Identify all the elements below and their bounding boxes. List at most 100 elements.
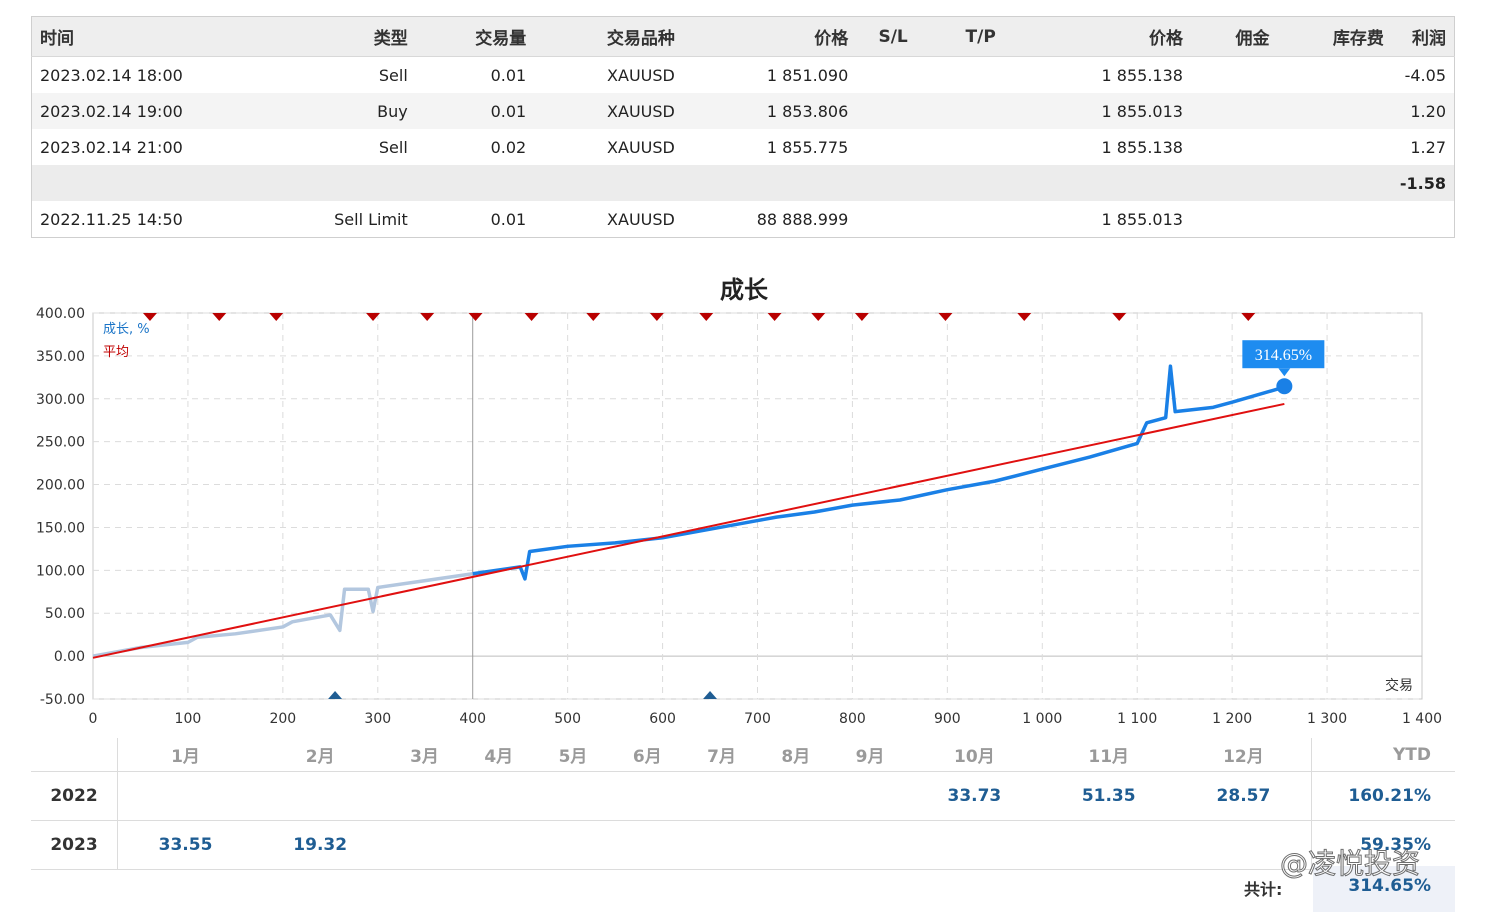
col-commission-header[interactable]: 佣金 [1190,16,1278,57]
trade-time: 2023.02.14 18:00 [40,65,183,85]
trade-commission [1191,57,1278,94]
x-tick-label: 1 300 [1307,711,1347,727]
month-value [684,771,759,821]
trade-volume: 0.02 [490,137,527,157]
trade-type: Sell [378,137,408,157]
year-row: 2023 33.55 19.32 59.35% [31,820,1455,870]
trade-price: 1 851.090 [766,65,849,85]
month-header: 6月 [610,738,685,772]
trade-commission [1190,93,1278,129]
total-label: 共计: [1244,880,1283,899]
trade-row[interactable]: 2023.02.14 19:00 Buy 0.01 XAUUSD 1 853.8… [31,93,1455,129]
month-value [461,820,536,870]
x-tick-label: 500 [554,711,581,727]
trade-time: 2023.02.14 19:00 [31,93,231,129]
trade-symbol: XAUUSD [534,93,683,129]
month-header: 7月 [684,738,759,772]
order-time: 2022.11.25 14:50 [40,209,183,229]
x-tick-label: 200 [269,711,296,727]
month-value: 19.32 [253,820,388,870]
growth-chart[interactable]: 400.00 350.00 300.00 250.00 200.00 150.00 100.… [0,300,1488,735]
month-header: 8月 [758,738,833,772]
col-swap-header[interactable]: 库存费 [1277,16,1392,57]
trade-total-row: -1.58 [31,165,1455,201]
legend-growth: 成长, % [103,322,150,337]
trade-tp [930,57,1031,94]
month-value [758,771,833,821]
trade-volume: 0.01 [415,93,535,129]
trade-header-row: 时间 类型 交易量 交易品种 价格 S/L T/P 价格 佣金 库存费 利润 [31,16,1455,57]
month-value [684,820,759,870]
col-price-header[interactable]: 价格 [682,16,857,57]
trade-price: 1 853.806 [682,93,857,129]
col-tp-header[interactable]: T/P [929,16,1032,57]
col-sl-header[interactable]: S/L [856,16,930,57]
y-tick-label: 250.00 [36,435,85,451]
col-time-header[interactable]: 时间 [31,16,231,57]
trade-swap [1277,93,1392,129]
month-value: 28.57 [1175,771,1312,821]
order-volume: 0.01 [490,209,527,229]
col-profit-header[interactable]: 利润 [1391,16,1455,57]
x-tick-label: 1 000 [1022,711,1062,727]
watermark: @凌悦投资 [1279,847,1421,881]
order-type: Sell Limit [334,209,408,229]
trade-row[interactable]: 2023.02.14 21:00 Sell 0.02 XAUUSD 1 855.… [32,129,1455,165]
col-volume-header[interactable]: 交易量 [415,16,535,57]
trade-sl [856,129,930,165]
trade-symbol: XAUUSD [607,137,675,157]
x-tick-label: 800 [839,711,866,727]
x-tick-label: 1 200 [1212,711,1252,727]
ytd-header: YTD [1311,738,1455,772]
month-header: 4月 [461,738,536,772]
month-value [1041,820,1176,870]
month-value [387,771,462,821]
month-header: 9月 [832,738,908,772]
month-header: 10月 [907,738,1042,772]
x-tick-label: 700 [744,711,771,727]
month-value [253,771,388,821]
month-header: 1月 [117,738,254,772]
x-tick-label: 0 [89,711,98,727]
y-tick-label: 400.00 [36,306,85,322]
col-type-header[interactable]: 类型 [230,16,416,57]
x-tick-label: 900 [934,711,961,727]
trade-time: 2023.02.14 21:00 [40,137,183,157]
monthly-returns-table: 1月 2月 3月 4月 5月 6月 7月 8月 9月 10月 11月 12月 Y… [31,738,1455,870]
x-tick-label: 1 400 [1402,711,1442,727]
month-value [535,771,611,821]
month-value: 33.73 [907,771,1042,821]
order-symbol: XAUUSD [607,209,675,229]
month-header: 12月 [1175,738,1312,772]
x-tick-label: 100 [175,711,202,727]
trade-price2: 1 855.138 [1101,65,1183,85]
y-tick-label: 150.00 [36,520,85,536]
month-header: 2月 [253,738,388,772]
trade-commission [1191,129,1278,165]
trade-sl [856,57,930,94]
y-tick-label: 100.00 [36,563,85,579]
growth-end-point[interactable] [1276,378,1293,395]
order-price: 88 888.999 [756,209,849,229]
month-value [832,771,908,821]
month-value [758,820,833,870]
month-value: 33.55 [117,820,254,870]
trade-table: 时间 类型 交易量 交易品种 价格 S/L T/P 价格 佣金 库存费 利润 2… [31,16,1455,238]
pending-order-row[interactable]: 2022.11.25 14:50 Sell Limit 0.01 XAUUSD … [32,201,1455,238]
month-value [535,820,611,870]
month-value: 51.35 [1041,771,1176,821]
trade-swap [1278,57,1392,94]
year-label: 2022 [31,771,118,821]
year-row: 2022 33.73 51.35 28.57 160.21% [31,771,1455,821]
month-value [461,771,536,821]
col-price2-header[interactable]: 价格 [1031,16,1191,57]
trade-total-profit: -1.58 [1391,165,1455,201]
month-header: 11月 [1041,738,1176,772]
x-tick-label: 1 100 [1117,711,1157,727]
x-axis-label: 交易 [1385,677,1413,694]
col-symbol-header[interactable]: 交易品种 [534,16,683,57]
y-tick-label: 0.00 [54,649,85,665]
month-value [117,771,254,821]
trade-row[interactable]: 2023.02.14 18:00 Sell 0.01 XAUUSD 1 851.… [32,57,1455,94]
trade-price: 1 855.775 [766,137,849,157]
